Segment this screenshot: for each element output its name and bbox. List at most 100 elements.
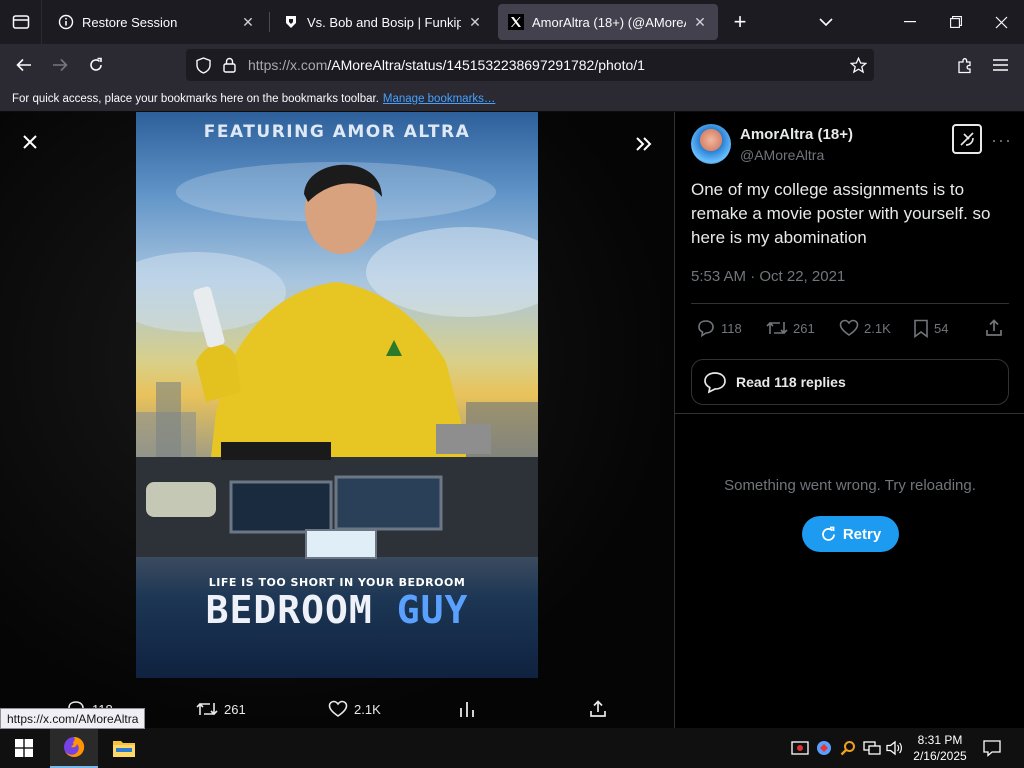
heart-icon	[328, 700, 348, 717]
back-arrow-icon[interactable]	[12, 53, 36, 77]
divider	[691, 303, 1009, 304]
tab-label: Restore Session	[82, 14, 178, 30]
fandom-icon	[283, 14, 299, 30]
poster-image[interactable]: FEATURING AMOR ALTRA LIFE IS TOO SHORT I…	[136, 112, 538, 678]
tab-funkipedia[interactable]: Vs. Bob and Bosip | Funkipedia ✕	[273, 4, 493, 40]
notification-center-icon[interactable]	[980, 736, 1004, 760]
grok-icon	[960, 132, 974, 146]
firefox-icon	[64, 736, 85, 757]
heart-icon	[839, 319, 859, 336]
status-link-tooltip: https://x.com/AMoreAltra	[0, 708, 146, 729]
forward-arrow-icon[interactable]	[48, 53, 72, 77]
volume-icon[interactable]	[885, 738, 905, 758]
minimize-icon[interactable]	[898, 10, 922, 34]
viewer-share-button[interactable]	[589, 696, 613, 722]
read-replies-button[interactable]: Read 118 replies	[691, 359, 1009, 405]
tab-close-icon[interactable]: ✕	[692, 14, 708, 30]
new-tab-plus-icon[interactable]: +	[728, 9, 752, 34]
share-icon	[986, 319, 1002, 336]
retry-label: Retry	[842, 525, 882, 543]
tab-close-icon[interactable]: ✕	[467, 14, 483, 30]
lock-icon[interactable]	[220, 56, 238, 74]
clock-date: 2/16/2025	[913, 749, 967, 763]
read-replies-label: Read 118 replies	[736, 374, 846, 390]
restore-window-icon[interactable]	[944, 10, 968, 34]
windows-taskbar: 8:31 PM 2/16/2025	[0, 728, 1024, 768]
list-all-tabs-chevron-icon[interactable]	[814, 10, 838, 34]
reply-bubble-icon	[704, 372, 726, 394]
repost-icon	[766, 321, 788, 335]
viewer-repost-count: 261	[224, 701, 246, 717]
share-button[interactable]	[985, 316, 1008, 340]
taskbar-firefox[interactable]	[50, 728, 98, 768]
tab-label: Vs. Bob and Bosip | Funkipedia	[307, 14, 461, 30]
url-host: https://x.com	[248, 57, 328, 73]
viewer-like-count: 2.1K	[354, 701, 381, 717]
viewer-repost-button[interactable]: 261	[196, 696, 246, 722]
close-viewer-icon[interactable]	[16, 128, 44, 156]
hamburger-menu-icon[interactable]	[988, 53, 1012, 77]
divider	[675, 413, 1024, 414]
expand-panel-icon[interactable]	[628, 128, 660, 160]
url-path: /AMoreAltra/status/1451532238697291782/p…	[327, 57, 645, 73]
manage-bookmarks-link[interactable]: Manage bookmarks…	[383, 93, 496, 105]
tweet-text: One of my college assignments is to rema…	[691, 180, 991, 247]
tab-label: AmorAltra (18+) (@AMoreAltra	[532, 14, 686, 30]
tweet-timestamp[interactable]: 5:53 AM · Oct 22, 2021	[691, 268, 845, 285]
reload-icon[interactable]	[84, 53, 108, 77]
url-bar[interactable]: https://x.com/AMoreAltra/status/14515322…	[186, 49, 874, 81]
tray-app-icon[interactable]	[814, 738, 834, 758]
url-text: https://x.com/AMoreAltra/status/14515322…	[248, 57, 645, 73]
author-handle[interactable]: @AMoreAltra	[740, 147, 824, 163]
tab-restore-session[interactable]: Restore Session ✕	[48, 4, 266, 40]
navigation-toolbar: https://x.com/AMoreAltra/status/14515322…	[0, 44, 1024, 86]
more-options-icon[interactable]: ···	[991, 130, 1012, 151]
poster-title-main: BEDROOM	[205, 588, 397, 632]
analytics-bars-icon	[460, 702, 474, 717]
folder-icon	[113, 741, 135, 757]
taskbar-clock[interactable]: 8:31 PM 2/16/2025	[910, 732, 970, 764]
viewer-analytics-button[interactable]	[458, 696, 482, 722]
poster-title-highlight: GUY	[396, 588, 469, 632]
tab-amoraltra[interactable]: AmorAltra (18+) (@AMoreAltra ✕	[498, 4, 718, 40]
network-icon[interactable]	[862, 738, 882, 758]
poster-featuring-text: FEATURING AMOR ALTRA	[203, 122, 471, 142]
grok-button[interactable]	[952, 124, 982, 154]
poster-title: BEDROOM GUY	[136, 588, 538, 632]
firefox-view-icon	[12, 15, 29, 29]
bookmark-count: 54	[934, 320, 949, 336]
firefox-view-button[interactable]	[0, 0, 42, 44]
clock-time: 8:31 PM	[917, 733, 963, 747]
like-button[interactable]: 2.1K	[839, 316, 891, 340]
share-icon	[590, 700, 606, 717]
avatar[interactable]	[691, 124, 731, 164]
reply-count: 118	[721, 320, 742, 336]
refresh-icon	[821, 526, 835, 541]
tweet-panel: AmorAltra (18+) @AMoreAltra ··· One of m…	[674, 112, 1024, 728]
tab-close-icon[interactable]: ✕	[240, 14, 256, 30]
taskbar-file-explorer[interactable]	[100, 728, 148, 768]
bookmark-button[interactable]: 54	[913, 316, 948, 340]
tray-search-icon[interactable]	[838, 738, 858, 758]
tray-security-icon[interactable]	[790, 738, 810, 758]
reply-button[interactable]: 118	[696, 316, 742, 340]
windows-logo-icon	[15, 739, 33, 757]
tracking-protection-shield-icon[interactable]	[194, 56, 212, 74]
bookmark-star-icon[interactable]	[848, 55, 868, 75]
tab-bar: Restore Session ✕ Vs. Bob and Bosip | Fu…	[0, 0, 1024, 44]
viewer-like-button[interactable]: 2.1K	[328, 696, 381, 722]
repost-icon	[196, 702, 218, 716]
reply-icon	[698, 320, 714, 338]
retry-button[interactable]: Retry	[802, 516, 899, 552]
repost-count: 261	[793, 320, 815, 336]
x-logo-icon	[508, 14, 524, 30]
bookmarks-hint: For quick access, place your bookmarks h…	[12, 92, 379, 105]
extensions-puzzle-icon[interactable]	[953, 53, 977, 77]
close-window-icon[interactable]	[989, 10, 1013, 34]
tab-separator	[269, 12, 270, 32]
bookmarks-toolbar: For quick access, place your bookmarks h…	[0, 86, 1024, 112]
error-message: Something went wrong. Try reloading.	[724, 477, 976, 494]
repost-button[interactable]: 261	[766, 316, 815, 340]
start-button[interactable]	[0, 728, 48, 768]
author-name[interactable]: AmorAltra (18+)	[740, 126, 853, 143]
